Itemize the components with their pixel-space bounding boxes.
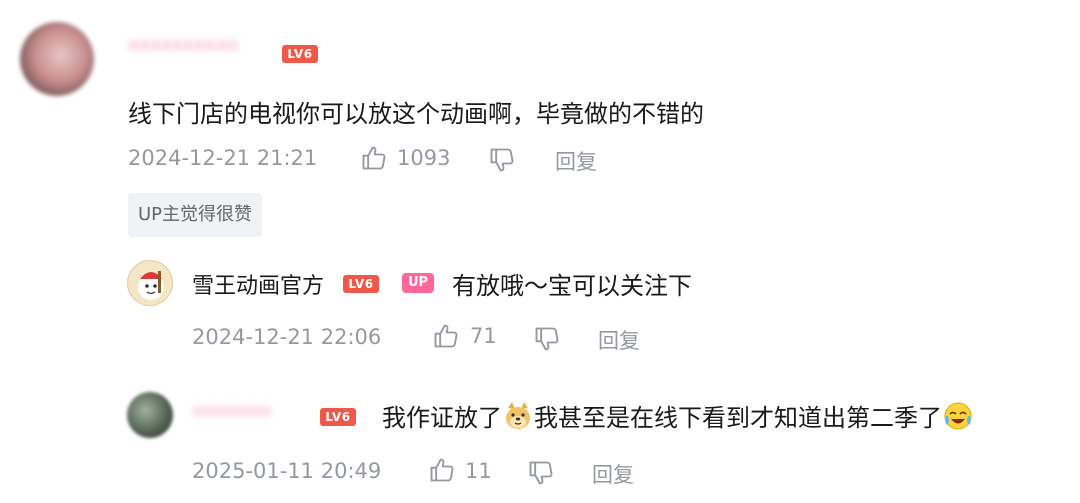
up-tag: UP xyxy=(402,273,434,293)
reply-text-part1: 我作证放了 xyxy=(382,404,502,432)
reply-button[interactable]: 回复 xyxy=(555,146,597,176)
comment-avatar[interactable] xyxy=(20,22,94,96)
reply-avatar[interactable] xyxy=(127,260,173,306)
level-badge: LV6 xyxy=(343,275,379,293)
level-badge: LV6 xyxy=(282,45,318,63)
up-liked-badge: UP主觉得很赞 xyxy=(128,193,263,237)
like-count: 1093 xyxy=(397,146,451,170)
reply-button[interactable]: 回复 xyxy=(598,325,640,355)
reply-username[interactable]: ******** xyxy=(192,403,272,427)
reply-timestamp: 2024-12-21 22:06 xyxy=(192,325,382,349)
reply-username[interactable]: 雪王动画官方 xyxy=(192,268,324,300)
comment-text: 线下门店的电视你可以放这个动画啊，毕竟做的不错的 xyxy=(128,100,704,128)
reply-text: 有放哦～宝可以关注下 xyxy=(452,272,692,300)
like-icon[interactable] xyxy=(432,322,460,350)
doge-emoji xyxy=(502,400,534,438)
dislike-icon[interactable] xyxy=(488,146,516,174)
laughing-crying-emoji xyxy=(942,400,974,438)
like-count: 11 xyxy=(465,459,492,483)
like-icon[interactable] xyxy=(428,456,456,484)
reply-button[interactable]: 回复 xyxy=(592,459,634,489)
reply-text-part2: 我甚至是在线下看到才知道出第二季了 xyxy=(534,404,942,432)
dislike-icon[interactable] xyxy=(527,459,555,487)
like-icon[interactable] xyxy=(360,144,388,172)
level-badge: LV6 xyxy=(320,408,356,426)
comment-timestamp: 2024-12-21 21:21 xyxy=(128,146,318,170)
reply-text: 我作证放了 我甚至是在线下看到才知道出第二季了 xyxy=(382,398,974,438)
reply-avatar[interactable] xyxy=(127,392,173,438)
dislike-icon[interactable] xyxy=(533,325,561,353)
reply-timestamp: 2025-01-11 20:49 xyxy=(192,459,382,483)
like-count: 71 xyxy=(470,324,497,348)
comment-username[interactable]: ********** xyxy=(128,38,238,63)
